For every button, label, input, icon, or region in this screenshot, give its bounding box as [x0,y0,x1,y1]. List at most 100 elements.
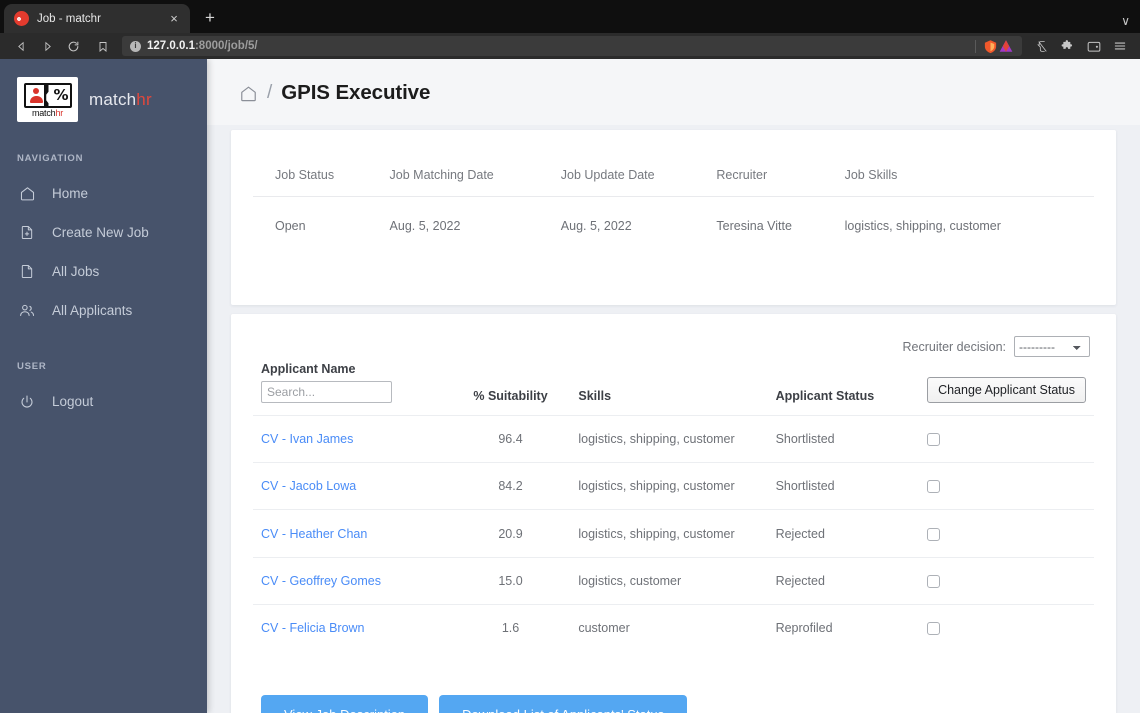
cell-select-checkbox [927,603,1094,652]
row-checkbox[interactable] [927,433,941,447]
cell-skills: logistics, shipping, customer [578,509,776,558]
cell-applicant-name: CV - Geoffrey Gomes [253,556,451,605]
job-info-table: Job Status Job Matching Date Job Update … [253,158,1094,243]
sidebar-item-label: All Jobs [52,264,100,279]
cell-applicant-name: CV - Heather Chan [253,509,451,558]
address-bar[interactable]: i 127.0.0.1:8000/job/5/ [122,36,1022,56]
table-header-row: Job Status Job Matching Date Job Update … [253,158,1094,197]
cell-applicant-status: Shortlisted [775,462,928,510]
cell-suitability: 15.0 [450,556,579,605]
forward-arrow-icon[interactable] [34,35,60,57]
applicant-cv-link[interactable]: CV - Geoffrey Gomes [261,574,381,588]
cell-skills: logistics, shipping, customer [578,462,776,510]
sidebar-item-home[interactable]: Home [0,174,207,213]
applicant-cv-link[interactable]: CV - Felicia Brown [261,621,365,635]
column-header-change-status: Change Applicant Status [927,362,1094,416]
cell-select-checkbox [927,556,1094,605]
address-bar-actions [968,39,1014,54]
column-header-job-status: Job Status [253,158,390,197]
row-checkbox[interactable] [927,480,941,494]
cell-job-status: Open [275,219,306,233]
action-buttons: View Job Description Download List of Ap… [253,695,1094,713]
applicant-cv-link[interactable]: CV - Ivan James [261,432,353,446]
breadcrumb-separator: / [267,82,273,103]
cell-select-checkbox [927,509,1094,558]
recruiter-decision-label: Recruiter decision: [902,339,1006,354]
download-applicants-status-button[interactable]: Download List of Applicants' Status [439,695,688,713]
hamburger-menu-icon[interactable] [1108,35,1132,57]
sidebar-item-label: Create New Job [52,225,149,240]
cell-applicant-status: Rejected [775,509,928,558]
applicants-table: Applicant Name % Suitability Skills Appl… [253,362,1094,652]
row-checkbox[interactable] [927,622,941,636]
sidebar-item-all-jobs[interactable]: All Jobs [0,252,207,291]
cell-job-update-date: Aug. 5, 2022 [560,219,632,233]
change-applicant-status-button[interactable]: Change Applicant Status [927,377,1086,403]
home-icon [18,185,36,203]
brave-shields-icon[interactable] [983,39,998,54]
recruiter-decision-select[interactable]: --------- [1014,336,1090,357]
extensions-puzzle-icon[interactable] [1056,35,1080,57]
file-icon [18,263,36,281]
row-checkbox[interactable] [927,574,941,588]
row-checkbox[interactable] [927,527,941,541]
table-row: CV - Heather Chan 20.9 logistics, shippi… [253,509,1094,558]
cell-recruiter: Teresina Vitte [716,219,792,233]
brave-wallet-icon[interactable] [1082,35,1106,57]
column-header-recruiter: Recruiter [716,158,845,197]
cell-job-skills: logistics, shipping, customer [844,219,1001,233]
browser-tab[interactable]: Job - matchr × [4,4,190,33]
power-icon [18,393,36,411]
sidebar: % matchhr matchhr NAVIGATION Home Create… [0,59,207,713]
breadcrumb: / GPIS Executive [207,59,1140,125]
brand-logo[interactable]: % matchhr matchhr [0,68,207,122]
applicants-table-body: CV - Ivan James 96.4 logistics, shipping… [253,414,1094,652]
cell-suitability: 20.9 [450,509,579,558]
toolbar-icon-group [1030,35,1132,57]
cell-applicant-status: Rejected [775,556,928,605]
cell-applicant-status: Shortlisted [775,414,928,463]
url-path: :8000/job/5/ [194,40,258,52]
applicant-cv-link[interactable]: CV - Jacob Lowa [261,479,356,493]
sidebar-item-label: Logout [52,394,94,409]
sidebar-item-create-new-job[interactable]: Create New Job [0,213,207,252]
chevron-down-icon[interactable]: ∨ [1121,14,1130,28]
cell-suitability: 84.2 [450,462,579,510]
cell-select-checkbox [927,414,1094,463]
column-header-applicant-status: Applicant Status [775,389,875,403]
sidebar-item-label: Home [52,186,89,201]
reload-icon[interactable] [60,35,86,57]
back-arrow-icon[interactable] [8,35,34,57]
cell-job-matching-date: Aug. 5, 2022 [389,219,461,233]
view-job-description-button[interactable]: View Job Description [261,695,429,713]
cell-suitability: 96.4 [450,414,579,463]
divider [975,39,976,53]
sidebar-item-all-applicants[interactable]: All Applicants [0,291,207,330]
tab-strip: Job - matchr × + ∨ [0,0,1140,33]
site-info-icon[interactable]: i [130,40,141,52]
file-plus-icon [18,224,36,242]
new-tab-button[interactable]: + [196,4,224,32]
column-header-job-matching-date: Job Matching Date [389,158,561,197]
matchr-logo-mark-icon: % matchhr [17,77,78,122]
home-breadcrumb-icon[interactable] [239,84,258,103]
cell-applicant-name: CV - Jacob Lowa [253,462,451,510]
bookmark-icon[interactable] [90,35,116,57]
table-row: CV - Geoffrey Gomes 15.0 logistics, cust… [253,556,1094,605]
search-input[interactable] [261,381,392,403]
url-text: 127.0.0.1:8000/job/5/ [147,40,258,52]
column-header-applicant-name: Applicant Name [253,362,451,416]
sidebar-section-navigation: NAVIGATION [17,153,84,164]
brave-rewards-triangle-icon[interactable] [998,39,1014,53]
table-row: Open Aug. 5, 2022 Aug. 5, 2022 Teresina … [253,197,1094,244]
sidebar-item-logout[interactable]: Logout [0,382,207,421]
close-icon[interactable]: × [166,11,182,27]
sidebar-item-label: All Applicants [52,303,133,318]
sidebar-section-user: USER [17,361,47,372]
table-row: CV - Ivan James 96.4 logistics, shipping… [253,414,1094,463]
script-blocked-icon[interactable] [1030,35,1054,57]
tab-title: Job - matchr [37,12,101,25]
applicant-cv-link[interactable]: CV - Heather Chan [261,527,367,541]
users-icon [18,302,36,320]
cell-applicant-name: CV - Ivan James [253,414,451,463]
